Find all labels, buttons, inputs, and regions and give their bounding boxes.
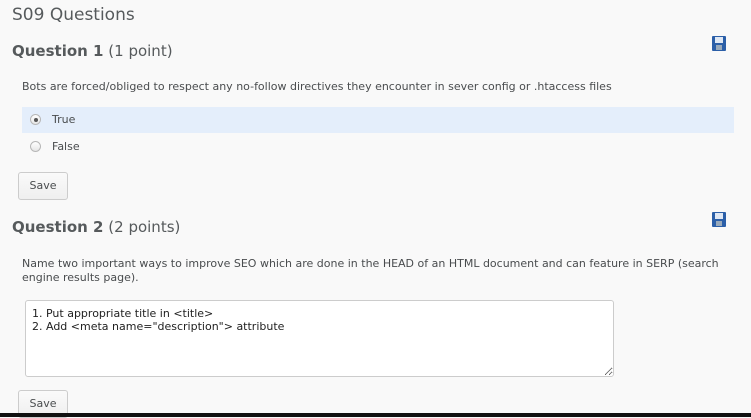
question-2-points: (2 points) (108, 218, 181, 236)
save-floppy-icon[interactable] (712, 36, 726, 51)
option-label: True (52, 113, 76, 126)
question-2-text: Name two important ways to improve SEO w… (22, 257, 719, 284)
radio-true[interactable] (30, 114, 41, 125)
option-false[interactable]: False (22, 134, 734, 160)
answer-textarea[interactable] (25, 300, 614, 377)
question-1-points: (1 point) (108, 42, 173, 60)
option-true[interactable]: True (22, 107, 734, 133)
question-1-text: Bots are forced/obliged to respect any n… (22, 80, 612, 93)
page-title: S09 Questions (12, 5, 135, 25)
option-label: False (52, 140, 80, 153)
taskbar-edge (0, 413, 751, 417)
radio-false[interactable] (30, 141, 41, 152)
question-1-heading: Question 1 (1 point) (12, 42, 173, 60)
question-1-label: Question 1 (12, 42, 104, 60)
question-2-heading: Question 2 (2 points) (12, 218, 180, 236)
save-floppy-icon[interactable] (712, 212, 726, 227)
question-2-label: Question 2 (12, 218, 104, 236)
save-button-q1[interactable]: Save (18, 172, 68, 200)
